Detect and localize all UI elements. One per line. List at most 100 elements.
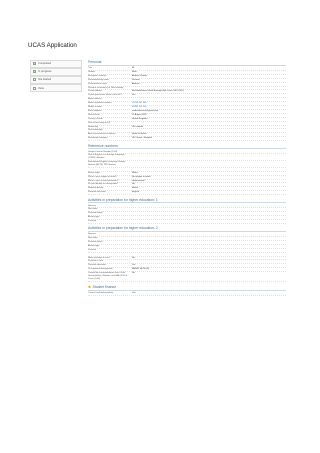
check-icon: ✓ bbox=[33, 62, 37, 66]
sidebar-item-label: Completed bbox=[38, 62, 51, 66]
field-label: I would like correspondence from Child, … bbox=[88, 272, 128, 280]
field-value: Andrew bbox=[132, 82, 140, 85]
field-value: British bbox=[132, 187, 138, 190]
field-label: Is your permanent home in the UK? bbox=[88, 94, 122, 97]
field-value: Buckfield House Road Borough Hills Court… bbox=[132, 90, 184, 93]
check-icon: ✓ bbox=[33, 70, 37, 74]
field-label: International English Language Testing S… bbox=[88, 161, 125, 167]
field-label: Duration in care bbox=[88, 260, 104, 263]
field-label: Sponsor bbox=[88, 204, 96, 207]
field-value: Yes bbox=[132, 264, 136, 267]
sidebar-item-not-started[interactable]: Not started bbox=[30, 76, 82, 84]
reference-fields: Unique Learner Number (ULN) Test of Engli… bbox=[88, 151, 286, 169]
field-label: Email address bbox=[88, 109, 102, 112]
field-label: Surname/family name bbox=[88, 78, 109, 81]
field-value: PAPER 40/70 (W) bbox=[132, 268, 150, 271]
field-row: Parental education English bbox=[88, 191, 286, 196]
field-value: No bbox=[132, 272, 135, 275]
field-label: Home address bbox=[88, 98, 102, 101]
field-row: Location bbox=[88, 220, 286, 225]
activities1-fields: Sponsor Start date Duration (days) Activity… bbox=[88, 205, 286, 225]
field-label: Start date bbox=[88, 237, 98, 240]
field-label: Start date bbox=[88, 208, 98, 211]
field-label: Postal address bbox=[88, 90, 103, 93]
field-value: UK national bbox=[132, 125, 144, 128]
sidebar-item-completed[interactable]: ✓ Completed bbox=[30, 60, 82, 68]
field-value: andrewferrisen@gmail.com bbox=[132, 109, 159, 112]
field-label: National identity bbox=[88, 187, 104, 190]
field-value: United Kingdom bbox=[132, 117, 148, 120]
field-value: English bbox=[132, 191, 140, 194]
field-value: Andrew Charles bbox=[132, 74, 148, 77]
field-label: Residential category bbox=[88, 137, 108, 140]
sidebar-item-in-progress[interactable]: ✓ In progress bbox=[30, 68, 82, 76]
field-value: White bbox=[132, 171, 138, 174]
field-label: Occupational background bbox=[88, 268, 113, 271]
sidebar-item-view[interactable]: View bbox=[30, 84, 82, 92]
field-label: Course fund finding details bbox=[88, 291, 114, 294]
field-label: What is your sexual orientation? bbox=[88, 179, 119, 182]
section-title-finance: ✱ Student finance bbox=[88, 285, 286, 291]
field-row: International English Language Testing S… bbox=[88, 161, 286, 169]
field-label: Duration (days) bbox=[88, 241, 103, 244]
section-title-activities-2: Activities in preparation for higher edu… bbox=[88, 226, 286, 233]
field-label: Dual nationality bbox=[88, 129, 103, 132]
diversity-fields: Ethnic origin White What is your religion … bbox=[88, 171, 286, 196]
field-label: Sponsor bbox=[88, 233, 96, 236]
finance-fields: Course fund finding details Yes bbox=[88, 292, 286, 296]
field-value: No bbox=[132, 183, 135, 186]
field-label: Preferred first name bbox=[88, 82, 107, 85]
section-title-reference: Reference numbers bbox=[88, 144, 286, 150]
field-value: Heterosexual bbox=[132, 179, 145, 182]
field-label: Parental education bbox=[88, 191, 106, 194]
field-label: Previous surname(s) at 16th birthday bbox=[88, 86, 124, 89]
field-label: Date of birth bbox=[88, 113, 100, 116]
field-label: Parental education bbox=[88, 264, 106, 267]
field-label: Area of permanent residence bbox=[88, 133, 116, 136]
field-label: Ethnic origin bbox=[88, 171, 100, 174]
field-value: Mr bbox=[132, 66, 135, 69]
field-label: Location bbox=[88, 220, 97, 223]
field-value-link[interactable]: 01234 567 890 bbox=[132, 102, 286, 105]
field-value: Yes bbox=[132, 291, 136, 294]
field-row: Residential category UK Citizen - England bbox=[88, 137, 286, 142]
field-label: Test of English as a Foreign Language (T… bbox=[88, 154, 125, 160]
sidebar: ✓ Completed ✓ In progress Not started Vi… bbox=[30, 60, 82, 92]
field-label: Location bbox=[88, 249, 97, 252]
personal-fields: Title Mr Gender Male First/given name(s) Andr… bbox=[88, 66, 286, 142]
finance-title: Student finance bbox=[92, 284, 117, 289]
field-label: Date of first entry to UK bbox=[88, 121, 111, 124]
field-label: Activity type bbox=[88, 245, 100, 248]
sidebar-item-label: In progress bbox=[38, 70, 52, 74]
activities2-fields: Sponsor Start date Duration (days) Activity… bbox=[88, 233, 286, 253]
field-label: Gender bbox=[88, 70, 96, 73]
field-label: Country of birth bbox=[88, 117, 103, 120]
field-label: What is your religion or belief? bbox=[88, 175, 117, 178]
field-value-link[interactable]: 07890 123 456 bbox=[132, 106, 286, 109]
field-label: Home telephone number bbox=[88, 102, 112, 105]
section-title-personal: Personal bbox=[88, 60, 286, 66]
care-fields: Have you been in care? No Duration in care… bbox=[88, 257, 286, 282]
sidebar-item-label: Not started bbox=[38, 78, 52, 82]
page-title: UCAS Application bbox=[28, 42, 77, 49]
field-label: Title bbox=[88, 66, 92, 69]
box-icon bbox=[33, 86, 36, 90]
field-label: Activity type bbox=[88, 216, 100, 219]
field-value: UK Citizen - England bbox=[132, 137, 152, 140]
field-value: No bbox=[132, 256, 135, 259]
star-icon: ✱ bbox=[88, 284, 92, 289]
application-content: Personal Title Mr Gender Male First/given na… bbox=[88, 60, 286, 296]
field-label: Do you identify as transgender? bbox=[88, 183, 119, 186]
field-row: Course fund finding details Yes bbox=[88, 292, 286, 296]
field-value: Ferrisen bbox=[132, 78, 140, 81]
field-value: Yes bbox=[132, 94, 136, 97]
field-value: 11 August 1997 bbox=[132, 113, 147, 116]
field-value: North Yorkshire bbox=[132, 133, 147, 136]
section-title-activities-1: Activities in preparation for higher edu… bbox=[88, 198, 286, 204]
box-icon bbox=[33, 78, 36, 82]
field-row: I would like correspondence from Child, … bbox=[88, 272, 286, 282]
field-value: Male bbox=[132, 70, 137, 73]
sidebar-item-label: View bbox=[38, 86, 44, 90]
field-value: No religion or belief bbox=[132, 175, 151, 178]
field-label: First/given name(s) bbox=[88, 74, 107, 77]
